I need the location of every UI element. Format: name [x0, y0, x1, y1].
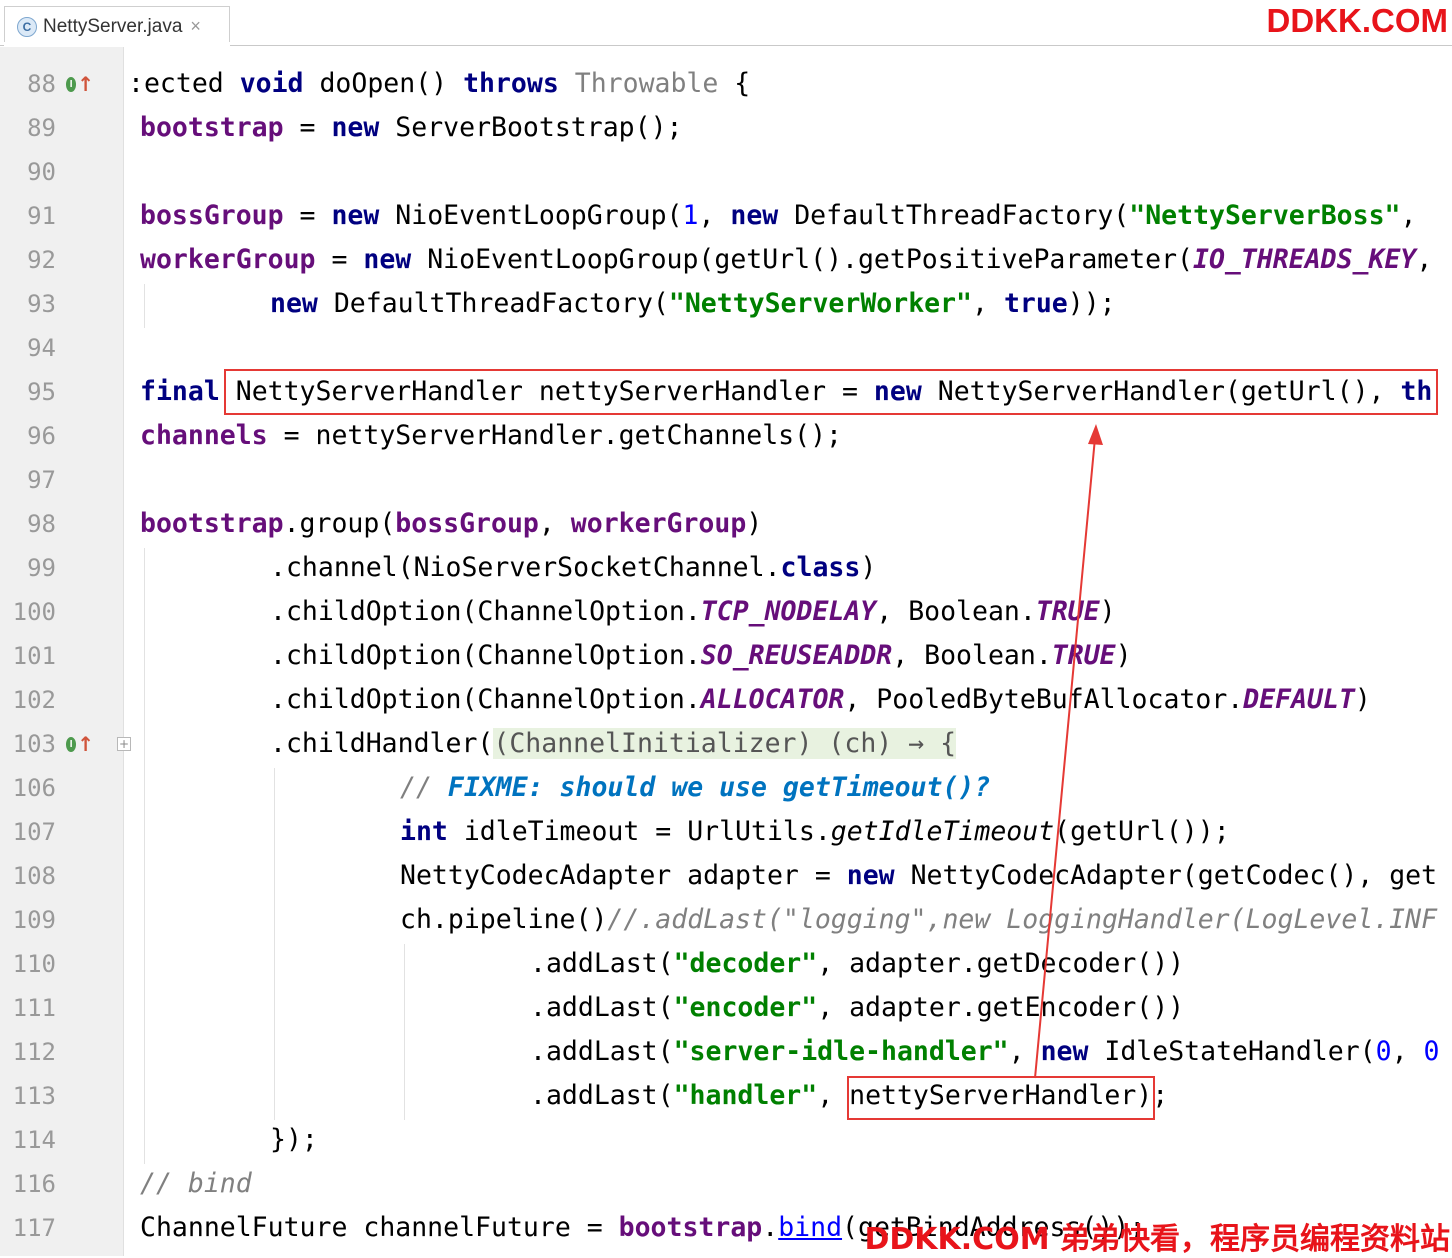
code-line-108: NettyCodecAdapter adapter = new NettyCod… — [400, 860, 1438, 891]
active-tab-indicator — [4, 42, 230, 46]
override-arrow-icon: ↑ — [77, 72, 94, 96]
code-line-103: .childHandler((ChannelInitializer) (ch) … — [270, 728, 957, 759]
line-number: 113 — [12, 1082, 56, 1110]
watermark-bottom: DDKK.COM 弟弟快看，程序员编程资料站 — [864, 1222, 1450, 1257]
code-line-98: bootstrap.group(bossGroup, workerGroup) — [140, 508, 763, 539]
code-line-114: }); — [270, 1124, 318, 1155]
highlight-box-handler-declaration — [224, 369, 1438, 415]
code-line-91: bossGroup = new NioEventLoopGroup(1, new… — [140, 200, 1417, 231]
line-number: 101 — [12, 642, 56, 670]
line-number: 95 — [27, 378, 56, 406]
line-number-gutter: 88 I ↑ 89 90 91 92 93 94 95 96 97 98 99 100 101 102 103 I ↑… — [0, 47, 131, 1256]
editor-tab-bar: C NettyServer.java × DDKK.COM — [0, 0, 1452, 46]
code-line-99: .channel(NioServerSocketChannel.class) — [270, 552, 877, 583]
close-icon[interactable]: × — [190, 16, 201, 37]
line-number: 96 — [27, 422, 56, 450]
arrow-head — [1088, 424, 1103, 445]
line-number: 92 — [27, 246, 56, 274]
line-number: 97 — [27, 466, 56, 494]
line-number: 116 — [12, 1170, 56, 1198]
line-number: 106 — [12, 774, 56, 802]
implements-method-icon[interactable]: I ↑ — [66, 62, 94, 106]
line-number: 91 — [27, 202, 56, 230]
java-class-icon: C — [17, 16, 37, 37]
interface-marker-icon: I — [66, 736, 77, 752]
fold-expand-icon[interactable]: + — [117, 737, 131, 751]
code-line-89: bootstrap = new ServerBootstrap(); — [140, 112, 683, 143]
code-line-106: // FIXME: should we use getTimeout()? — [400, 772, 991, 803]
line-number: 98 — [27, 510, 56, 538]
line-number: 93 — [27, 290, 56, 318]
line-number: 103 — [12, 730, 56, 758]
tab-title: NettyServer.java — [43, 15, 183, 37]
code-line-100: .childOption(ChannelOption.TCP_NODELAY, … — [270, 596, 1116, 627]
implements-method-icon[interactable]: I ↑ — [66, 722, 94, 766]
code-line-88: :ected void doOpen() throws Throwable { — [128, 68, 751, 99]
indent-guide — [274, 768, 275, 1120]
line-number: 88 — [27, 70, 56, 98]
code-line-102: .childOption(ChannelOption.ALLOCATOR, Po… — [270, 684, 1371, 715]
line-number: 110 — [12, 950, 56, 978]
code-line-110: .addLast("decoder", adapter.getDecoder()… — [530, 948, 1185, 979]
code-line-96: channels = nettyServerHandler.getChannel… — [140, 420, 842, 451]
indent-guide — [404, 944, 405, 1120]
indent-guide — [144, 284, 145, 328]
line-number: 114 — [12, 1126, 56, 1154]
highlight-box-handler-usage — [847, 1076, 1155, 1120]
indent-guide — [144, 548, 145, 1164]
code-line-92: workerGroup = new NioEventLoopGroup(getU… — [140, 244, 1433, 275]
interface-marker-icon: I — [66, 76, 77, 92]
line-number: 117 — [12, 1214, 56, 1242]
code-line-112: .addLast("server-idle-handler", new Idle… — [530, 1036, 1440, 1067]
code-line-101: .childOption(ChannelOption.SO_REUSEADDR,… — [270, 640, 1132, 671]
code-line-109: ch.pipeline()//.addLast("logging",new Lo… — [400, 904, 1438, 935]
line-number: 89 — [27, 114, 56, 142]
line-number: 99 — [27, 554, 56, 582]
code-line-116: // bind — [140, 1168, 252, 1199]
line-number: 102 — [12, 686, 56, 714]
code-line-107: int idleTimeout = UrlUtils.getIdleTimeou… — [400, 816, 1230, 847]
line-number: 112 — [12, 1038, 56, 1066]
line-number: 94 — [27, 334, 56, 362]
line-number: 111 — [12, 994, 56, 1022]
line-number: 90 — [27, 158, 56, 186]
tab-netty-server-java[interactable]: C NettyServer.java × — [4, 6, 230, 46]
override-arrow-icon: ↑ — [77, 732, 94, 756]
line-number: 109 — [12, 906, 56, 934]
line-number: 108 — [12, 862, 56, 890]
code-line-111: .addLast("encoder", adapter.getEncoder()… — [530, 992, 1185, 1023]
line-number: 100 — [12, 598, 56, 626]
watermark-top: DDKK.COM — [1266, 2, 1448, 39]
line-number: 107 — [12, 818, 56, 846]
code-line-93: new DefaultThreadFactory("NettyServerWor… — [270, 288, 1116, 319]
